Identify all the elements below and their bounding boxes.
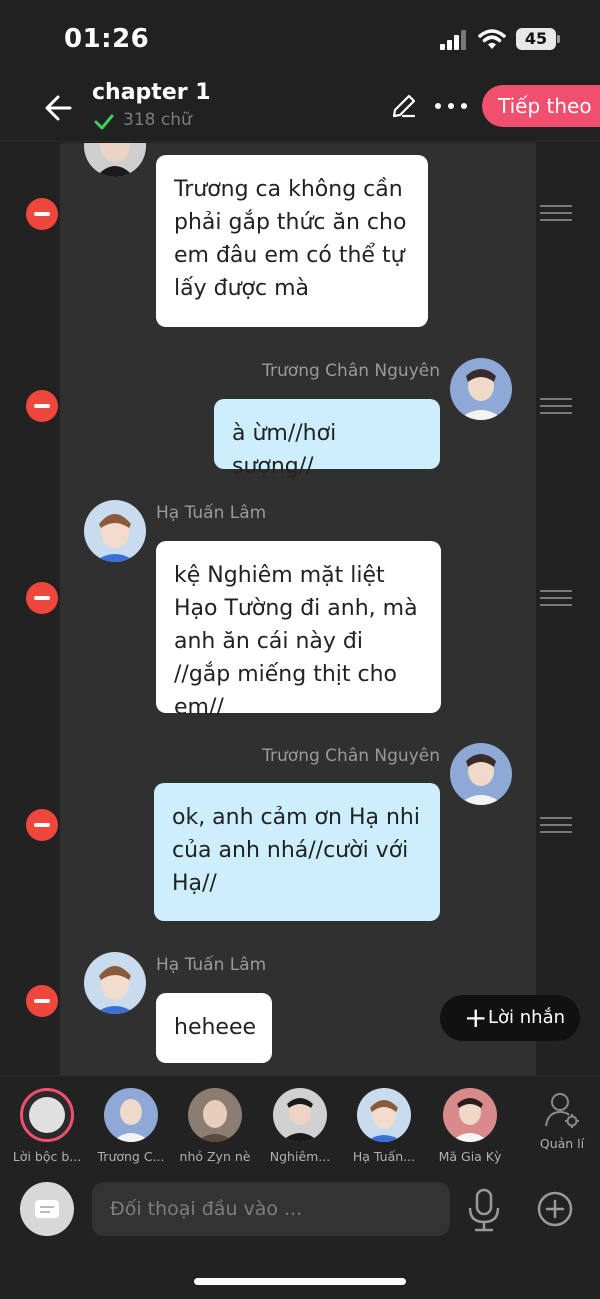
- remove-message-button[interactable]: [26, 198, 58, 230]
- avatar[interactable]: [84, 952, 146, 1014]
- word-count: 318 chữ: [123, 110, 192, 130]
- avatar: [104, 1088, 158, 1142]
- chat-bubble-icon: [35, 1200, 59, 1218]
- remove-message-button[interactable]: [26, 809, 58, 841]
- signal-icon: [440, 30, 466, 50]
- character-label: Lời bộc b...: [12, 1149, 82, 1164]
- dialogue-input[interactable]: [92, 1182, 450, 1236]
- plus-icon: +: [464, 1001, 488, 1034]
- avatar[interactable]: [450, 358, 512, 420]
- remove-message-button[interactable]: [26, 985, 58, 1017]
- chat-area[interactable]: Trương ca không cần phải gắp thức ăn cho…: [0, 143, 600, 1075]
- remove-message-button[interactable]: [26, 390, 58, 422]
- editor-header: chapter 1 318 chữ Tiếp theo: [0, 78, 600, 142]
- character-item[interactable]: Hạ Tuấn...: [339, 1088, 429, 1164]
- character-item[interactable]: Mã Gia Kỳ: [425, 1088, 515, 1164]
- avatar[interactable]: [84, 500, 146, 562]
- home-indicator: [194, 1278, 406, 1285]
- battery-icon: 45: [516, 28, 560, 50]
- remove-message-button[interactable]: [26, 582, 58, 614]
- message-type-toggle[interactable]: [20, 1182, 74, 1236]
- wifi-icon: [478, 29, 506, 49]
- chapter-title: chapter 1: [92, 80, 211, 105]
- character-label: nhỏ Zyn nè: [179, 1149, 251, 1164]
- character-label: Trương C...: [97, 1149, 165, 1164]
- drag-handle-icon[interactable]: [540, 590, 572, 610]
- avatar: [443, 1088, 497, 1142]
- back-arrow-icon[interactable]: [40, 88, 80, 128]
- add-note-button[interactable]: + Lời nhắn: [440, 995, 580, 1041]
- character-label: Nghiêm...: [269, 1149, 331, 1164]
- input-bar: [0, 1170, 600, 1299]
- drag-handle-icon[interactable]: [540, 817, 572, 837]
- avatar: [273, 1088, 327, 1142]
- speaker-name: Hạ Tuấn Lâm: [156, 955, 267, 975]
- add-icon[interactable]: [536, 1190, 574, 1228]
- check-icon: [94, 114, 114, 130]
- message-bubble[interactable]: kệ Nghiêm mặt liệt Hạo Tường đi anh, mà …: [156, 541, 441, 720]
- user-settings-icon: [545, 1093, 579, 1128]
- message-bubble[interactable]: ok, anh cảm ơn Hạ nhi của anh nhá//cười …: [154, 783, 440, 921]
- drag-handle-icon[interactable]: [540, 205, 572, 225]
- speaker-name: Trương Chân Nguyên: [262, 746, 440, 766]
- manage-characters-button[interactable]: Quản lí: [532, 1090, 592, 1151]
- character-item[interactable]: nhỏ Zyn nè: [170, 1088, 260, 1164]
- battery-level: 45: [516, 28, 556, 50]
- avatar[interactable]: [450, 743, 512, 805]
- avatar: [188, 1088, 242, 1142]
- next-button[interactable]: Tiếp theo: [482, 85, 600, 127]
- character-item[interactable]: Trương C...: [86, 1088, 176, 1164]
- more-icon[interactable]: [432, 92, 470, 120]
- manage-label: Quản lí: [539, 1136, 585, 1151]
- speaker-name: Trương Chân Nguyên: [262, 361, 440, 381]
- speaker-name: Hạ Tuấn Lâm: [156, 503, 267, 523]
- status-time: 01:26: [64, 24, 150, 54]
- add-note-label: Lời nhắn: [488, 1007, 566, 1028]
- character-item[interactable]: Nghiêm...: [255, 1088, 345, 1164]
- status-bar: 01:26 45: [0, 0, 600, 78]
- message-bubble[interactable]: heheee: [156, 993, 272, 1063]
- pencil-icon[interactable]: [390, 92, 418, 120]
- avatar: [357, 1088, 411, 1142]
- narrator-icon: [20, 1088, 74, 1142]
- drag-handle-icon[interactable]: [540, 398, 572, 418]
- message-bubble[interactable]: à ừm//hơi sượng//: [214, 399, 440, 479]
- character-label: Hạ Tuấn...: [352, 1149, 416, 1164]
- character-bar: Lời bộc b... Trương C... nhỏ Zyn nè Nghi…: [0, 1075, 600, 1170]
- character-label: Mã Gia Kỳ: [438, 1149, 502, 1164]
- character-narrator[interactable]: Lời bộc b...: [2, 1088, 92, 1164]
- microphone-icon[interactable]: [466, 1188, 502, 1232]
- message-bubble[interactable]: Trương ca không cần phải gắp thức ăn cho…: [156, 155, 428, 327]
